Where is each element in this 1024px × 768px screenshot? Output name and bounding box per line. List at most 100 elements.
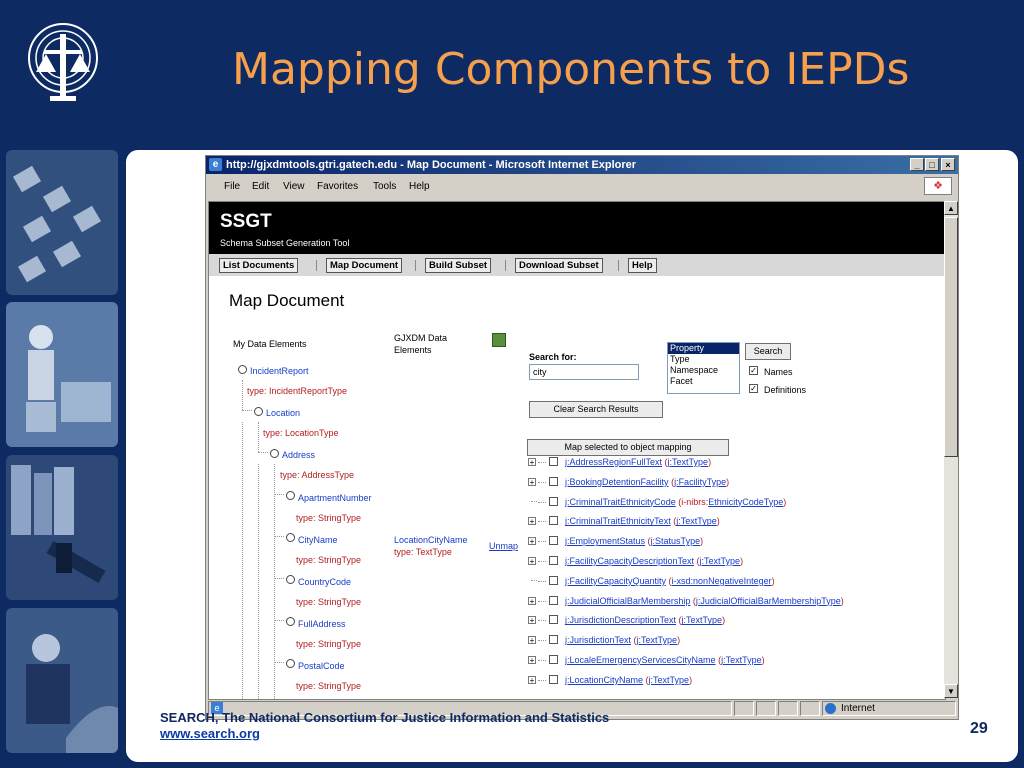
map-selected-button[interactable]: Map selected to object mapping xyxy=(527,439,729,456)
expand-plus-icon[interactable]: + xyxy=(528,616,536,625)
maximize-icon[interactable]: □ xyxy=(925,158,939,171)
tree-radio[interactable] xyxy=(254,407,263,416)
result-checkbox[interactable] xyxy=(549,674,558,684)
result-type-link[interactable]: j:TextType xyxy=(700,556,741,566)
menu-view[interactable]: View xyxy=(283,181,305,192)
search-result-row: + j:JurisdictionText (j:TextType) xyxy=(209,633,945,647)
result-type-link[interactable]: j:JudicialOfficialBarMembershipType xyxy=(696,596,841,606)
expand-plus-icon[interactable]: + xyxy=(528,517,536,526)
result-checkbox[interactable] xyxy=(549,457,558,466)
result-text: j:JurisdictionText (j:TextType) xyxy=(565,635,680,649)
result-checkbox[interactable] xyxy=(549,575,558,585)
listbox-option[interactable]: Property xyxy=(668,343,739,354)
menu-favorites[interactable]: Favorites xyxy=(317,181,358,192)
browser-scrollbar[interactable]: ▲ ▼ xyxy=(944,201,958,698)
result-type-link[interactable]: j:TextType xyxy=(668,457,709,467)
tree-node-name: IncidentReport xyxy=(250,366,309,376)
listbox-option[interactable]: Type xyxy=(668,354,739,365)
tree-connector xyxy=(538,561,546,562)
scroll-up-icon[interactable]: ▲ xyxy=(944,201,958,215)
result-checkbox[interactable] xyxy=(549,635,558,645)
listbox-option[interactable]: Namespace xyxy=(668,365,739,376)
search-button[interactable]: Search xyxy=(745,343,791,360)
nav-download-subset[interactable]: Download Subset xyxy=(515,258,603,273)
expand-plus-icon[interactable]: + xyxy=(528,656,536,665)
result-property-link[interactable]: j:JudicialOfficialBarMembership xyxy=(565,596,690,606)
result-property-link[interactable]: j:FacilityCapacityQuantity xyxy=(565,576,666,586)
menu-edit[interactable]: Edit xyxy=(252,181,269,192)
result-type-link[interactable]: j:TextType xyxy=(649,675,690,685)
search-label: Search for: xyxy=(529,352,577,362)
expand-plus-icon[interactable]: + xyxy=(528,477,536,486)
result-type-link[interactable]: j:TextType xyxy=(721,655,762,665)
result-type-link[interactable]: j:TextType xyxy=(676,516,717,526)
expand-plus-icon[interactable]: + xyxy=(528,557,536,566)
result-text: j:CriminalTraitEthnicityCode (i-nibrs:Et… xyxy=(565,497,786,511)
browser-title: http://gjxdmtools.gtri.gatech.edu - Map … xyxy=(226,159,637,171)
result-checkbox[interactable] xyxy=(549,595,558,605)
result-checkbox[interactable] xyxy=(549,655,558,664)
result-property-link[interactable]: j:CriminalTraitEthnicityText xyxy=(565,516,671,526)
search-result-row: + j:CriminalTraitEthnicityText (j:TextTyp… xyxy=(209,514,945,528)
scales-of-justice-logo-icon xyxy=(24,20,102,112)
result-checkbox[interactable] xyxy=(549,536,558,546)
result-type-link[interactable]: EthnicityCodeType xyxy=(708,497,783,507)
clear-search-results-button[interactable]: Clear Search Results xyxy=(529,401,663,418)
result-property-link[interactable]: j:EmploymentStatus xyxy=(565,536,645,546)
result-text: j:LocaleEmergencyServicesCityName (j:Tex… xyxy=(565,655,765,669)
result-type-link[interactable]: i-xsd:nonNegativeInteger xyxy=(672,576,772,586)
result-type-link[interactable]: j:TextType xyxy=(637,635,678,645)
definitions-checkbox[interactable]: ✓ xyxy=(749,384,758,393)
result-property-link[interactable]: j:LocationCityName xyxy=(565,675,643,685)
menu-tools[interactable]: Tools xyxy=(373,181,396,192)
result-checkbox[interactable] xyxy=(549,615,558,625)
result-type-link[interactable]: j:StatusType xyxy=(651,536,701,546)
footer-website-link[interactable]: www.search.org xyxy=(160,726,609,742)
result-property-link[interactable]: j:BookingDetentionFacility xyxy=(565,477,669,487)
result-text: j:BookingDetentionFacility (j:FacilityTy… xyxy=(565,477,729,491)
menu-file[interactable]: File xyxy=(224,181,240,192)
result-checkbox[interactable] xyxy=(549,516,558,526)
result-checkbox[interactable] xyxy=(549,496,558,506)
nav-build-subset[interactable]: Build Subset xyxy=(425,258,492,273)
tree-node-type: type: LocationType xyxy=(263,428,339,438)
nav-help[interactable]: Help xyxy=(628,258,657,273)
listbox-option[interactable]: Facet xyxy=(668,376,739,387)
result-checkbox[interactable] xyxy=(549,556,558,565)
expand-plus-icon[interactable]: + xyxy=(528,537,536,546)
tree-connector xyxy=(538,501,546,503)
gjxdm-label-line2: Elements xyxy=(394,345,432,355)
expand-plus-icon[interactable]: + xyxy=(528,675,536,684)
search-input[interactable] xyxy=(529,364,639,380)
nav-list-documents[interactable]: List Documents xyxy=(219,258,299,273)
tree-connector xyxy=(538,541,546,543)
tree-connector xyxy=(538,660,546,661)
result-property-link[interactable]: j:FacilityCapacityDescriptionText xyxy=(565,556,694,566)
result-checkbox[interactable] xyxy=(549,476,558,486)
document-search-icon[interactable] xyxy=(492,333,506,347)
result-property-link[interactable]: j:JurisdictionDescriptionText xyxy=(565,615,676,625)
names-checkbox[interactable]: ✓ xyxy=(749,366,758,375)
minimize-icon[interactable]: _ xyxy=(910,158,924,171)
scroll-down-icon[interactable]: ▼ xyxy=(944,684,958,698)
tree-radio[interactable] xyxy=(238,365,247,374)
close-icon[interactable]: × xyxy=(941,158,955,171)
nav-separator xyxy=(415,260,416,271)
expand-plus-icon[interactable]: + xyxy=(528,636,536,645)
result-type-link[interactable]: j:FacilityType xyxy=(674,477,726,487)
result-property-link[interactable]: j:AddressRegionFullText xyxy=(565,457,662,467)
officer-in-car-photo xyxy=(6,608,118,753)
result-property-link[interactable]: j:JurisdictionText xyxy=(565,635,631,645)
expand-plus-icon[interactable]: + xyxy=(528,596,536,605)
result-type-link[interactable]: j:TextType xyxy=(682,615,723,625)
nav-map-document[interactable]: Map Document xyxy=(326,258,403,273)
status-cell xyxy=(734,701,754,716)
result-type-suffix: ) xyxy=(840,595,844,606)
expand-plus-icon[interactable]: + xyxy=(528,458,536,467)
tree-connector xyxy=(538,620,546,622)
menu-help[interactable]: Help xyxy=(409,181,430,192)
scroll-thumb[interactable] xyxy=(944,217,958,457)
result-property-link[interactable]: j:LocaleEmergencyServicesCityName xyxy=(565,655,716,665)
search-type-listbox[interactable]: Property Type Namespace Facet xyxy=(667,342,740,394)
result-property-link[interactable]: j:CriminalTraitEthnicityCode xyxy=(565,497,676,507)
